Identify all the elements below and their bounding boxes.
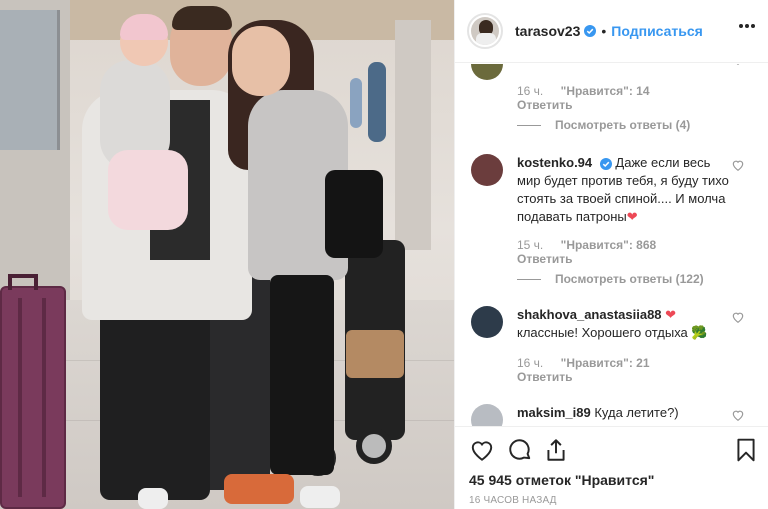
more-icon[interactable] <box>739 24 755 28</box>
suitcase-rib <box>18 298 22 497</box>
photo-sneaker <box>300 486 340 508</box>
comments-list[interactable]: 16 ч. "Нравится": 14 Ответить Посмотреть… <box>455 64 768 426</box>
suitcase-rib <box>42 298 46 497</box>
share-icon[interactable] <box>543 437 569 463</box>
photo-sneaker <box>138 488 168 509</box>
comment-username[interactable]: shakhova_anastasiia88 <box>517 307 662 322</box>
verified-badge-icon <box>599 157 612 170</box>
comment-text-block: maksim_i89 Куда летите?) <box>517 404 733 422</box>
photo-carry-case <box>100 300 210 500</box>
stroller-wheel <box>356 428 392 464</box>
comment-meta: 16 ч. "Нравится": 21 <box>517 356 664 370</box>
reply-button[interactable]: Ответить <box>517 98 572 112</box>
comment-meta: 16 ч. "Нравится": 14 <box>517 84 664 98</box>
heart-emoji: ❤ <box>665 307 677 322</box>
comment-avatar[interactable] <box>471 64 503 80</box>
photo-man-hair <box>172 6 232 30</box>
photo-sneaker <box>224 474 294 504</box>
broccoli-emoji: 🥦 <box>691 325 708 340</box>
photo-woman-legs <box>270 275 334 475</box>
post-photo[interactable] <box>0 0 454 509</box>
post-side-panel: tarasov23 • Подписаться 16 ч. "Нравится"… <box>454 0 768 509</box>
comment-likes[interactable]: "Нравится": 14 <box>561 84 650 98</box>
comment-text: классные! Хорошего отдыха <box>517 325 688 340</box>
background-person <box>368 62 386 142</box>
photo-suitcase <box>0 274 66 509</box>
likes-count[interactable]: 45 945 отметок "Нравится" <box>469 472 654 488</box>
author-avatar-image <box>471 17 499 45</box>
like-heart-icon[interactable] <box>731 310 745 324</box>
view-replies-button[interactable]: Посмотреть ответы (4) <box>517 118 690 132</box>
author-username[interactable]: tarasov23 <box>515 23 580 39</box>
view-replies-label: Посмотреть ответы (4) <box>555 118 691 132</box>
post-actions: 45 945 отметок "Нравится" 16 ЧАСОВ НАЗАД <box>455 426 768 509</box>
comment-time: 15 ч. <box>517 238 544 252</box>
comment-meta: 15 ч. "Нравится": 868 <box>517 238 670 252</box>
comment-avatar[interactable] <box>471 154 503 186</box>
comment-text-block: shakhova_anastasiia88 ❤ классные! Хороше… <box>517 306 733 342</box>
comment-icon[interactable] <box>507 437 533 463</box>
photo-column <box>395 20 431 250</box>
comment-username[interactable]: kostenko.94 <box>517 155 592 170</box>
comment-text: Куда летите?) <box>594 405 679 420</box>
photo-window <box>0 10 60 150</box>
like-heart-icon[interactable] <box>469 437 495 463</box>
comment-avatar[interactable] <box>471 306 503 338</box>
avatar-figure <box>476 33 496 45</box>
view-replies-line <box>517 124 541 126</box>
author-avatar[interactable] <box>467 13 503 49</box>
comment-likes[interactable]: "Нравится": 21 <box>561 356 650 370</box>
photo-backpack <box>325 170 383 258</box>
reply-button[interactable]: Ответить <box>517 370 572 384</box>
like-heart-icon[interactable] <box>731 408 745 422</box>
reply-button[interactable]: Ответить <box>517 252 572 266</box>
comment-time: 16 ч. <box>517 84 544 98</box>
post-header: tarasov23 • Подписаться <box>455 0 768 63</box>
view-replies-label: Посмотреть ответы (122) <box>555 272 704 286</box>
heart-emoji: ❤ <box>626 209 638 224</box>
view-replies-button[interactable]: Посмотреть ответы (122) <box>517 272 704 286</box>
photo-woman-head <box>232 26 290 96</box>
photo-purse <box>346 330 404 378</box>
follow-button[interactable]: Подписаться <box>611 23 703 39</box>
verified-badge-icon <box>584 25 597 37</box>
background-person <box>350 78 362 128</box>
suitcase-handle <box>8 274 38 290</box>
post-timestamp: 16 ЧАСОВ НАЗАД <box>469 495 557 506</box>
bookmark-icon[interactable] <box>733 437 759 463</box>
comment-avatar[interactable] <box>471 404 503 426</box>
comment-time: 16 ч. <box>517 356 544 370</box>
header-separator: • <box>601 23 607 39</box>
comment-likes[interactable]: "Нравится": 868 <box>561 238 657 252</box>
view-replies-line <box>517 278 541 280</box>
photo-baby-legs <box>108 150 188 230</box>
comment-text-block: kostenko.94 Даже если весь мир будет про… <box>517 154 733 226</box>
like-heart-icon[interactable] <box>731 64 745 66</box>
comment-username[interactable]: maksim_i89 <box>517 405 591 420</box>
like-heart-icon[interactable] <box>731 158 745 172</box>
